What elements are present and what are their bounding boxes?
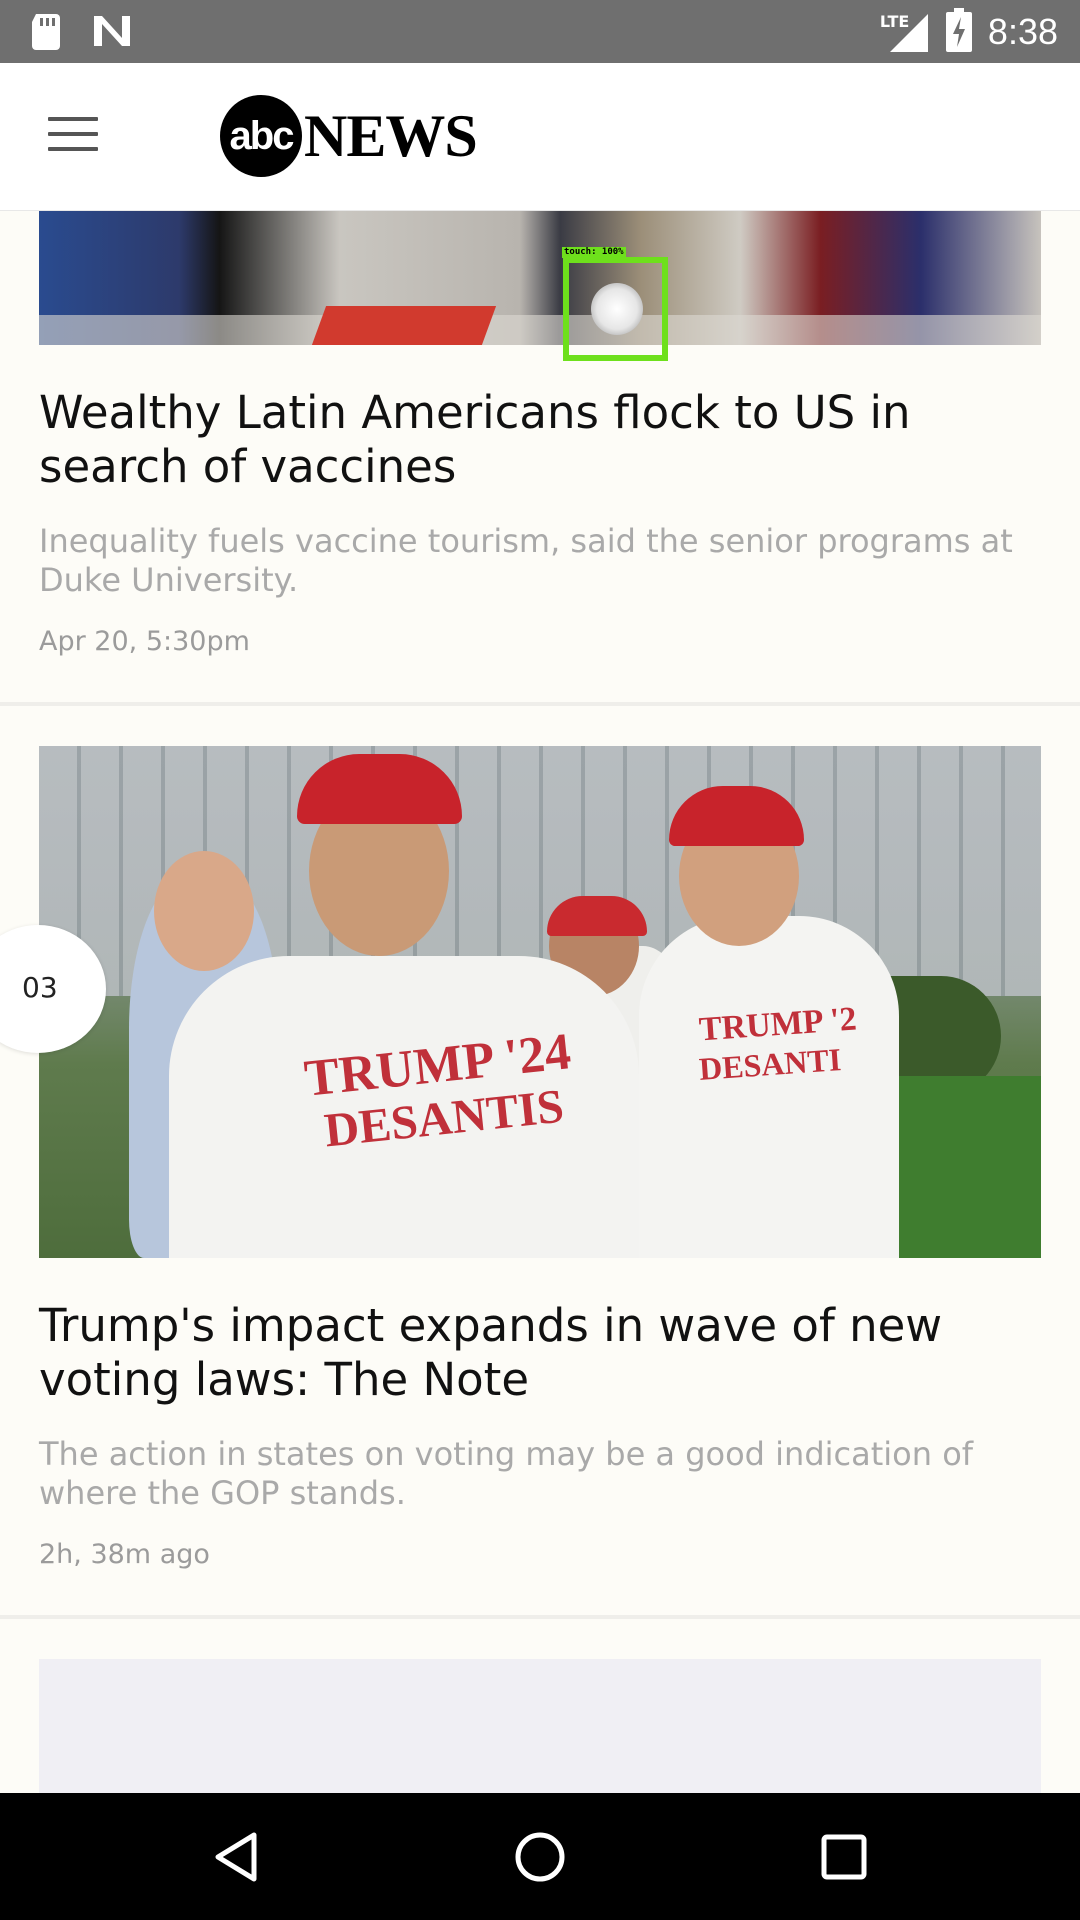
- home-button[interactable]: [450, 1793, 630, 1920]
- app-header: abc NEWS: [0, 63, 1080, 211]
- divider: [0, 702, 1080, 706]
- logo-abc-mark: abc: [220, 95, 302, 177]
- battery-charging-icon: [945, 8, 972, 56]
- article-summary: Inequality fuels vaccine tourism, said t…: [39, 522, 1013, 599]
- article-image-placeholder[interactable]: [39, 1659, 1041, 1793]
- back-icon: [215, 1832, 257, 1881]
- home-icon: [515, 1832, 565, 1881]
- divider: [0, 1615, 1080, 1619]
- article-timestamp: Apr 20, 5:30pm: [39, 626, 250, 657]
- sd-card-icon: [30, 12, 62, 50]
- article-image[interactable]: [39, 211, 1041, 345]
- article-feed[interactable]: touch: 100% Wealthy Latin Americans floc…: [0, 211, 1080, 1793]
- signal-icon: LTE: [880, 10, 930, 54]
- logo-news-text: NEWS: [304, 102, 478, 169]
- article-headline[interactable]: Wealthy Latin Americans flock to US in s…: [39, 386, 1039, 494]
- touch-indicator: [563, 257, 668, 361]
- article-summary: The action in states on voting may be a …: [39, 1435, 974, 1512]
- menu-icon[interactable]: [48, 117, 98, 157]
- abc-news-logo[interactable]: abc NEWS: [220, 95, 478, 177]
- recents-button[interactable]: [754, 1793, 934, 1920]
- navigation-bar: [0, 1793, 1080, 1920]
- clock: 8:38: [987, 11, 1058, 52]
- article-timestamp: 2h, 38m ago: [39, 1539, 210, 1570]
- article-image[interactable]: TRUMP '24 DESANTIS TRUMP '2 DESANTI: [39, 746, 1041, 1258]
- back-button[interactable]: [146, 1793, 326, 1920]
- status-bar: LTE 8:38: [0, 0, 1080, 63]
- recents-icon: [821, 1834, 867, 1879]
- article-index-number: 03: [22, 971, 58, 1004]
- article-headline[interactable]: Trump's impact expands in wave of new vo…: [39, 1299, 1039, 1407]
- n-notification-icon: [92, 14, 132, 48]
